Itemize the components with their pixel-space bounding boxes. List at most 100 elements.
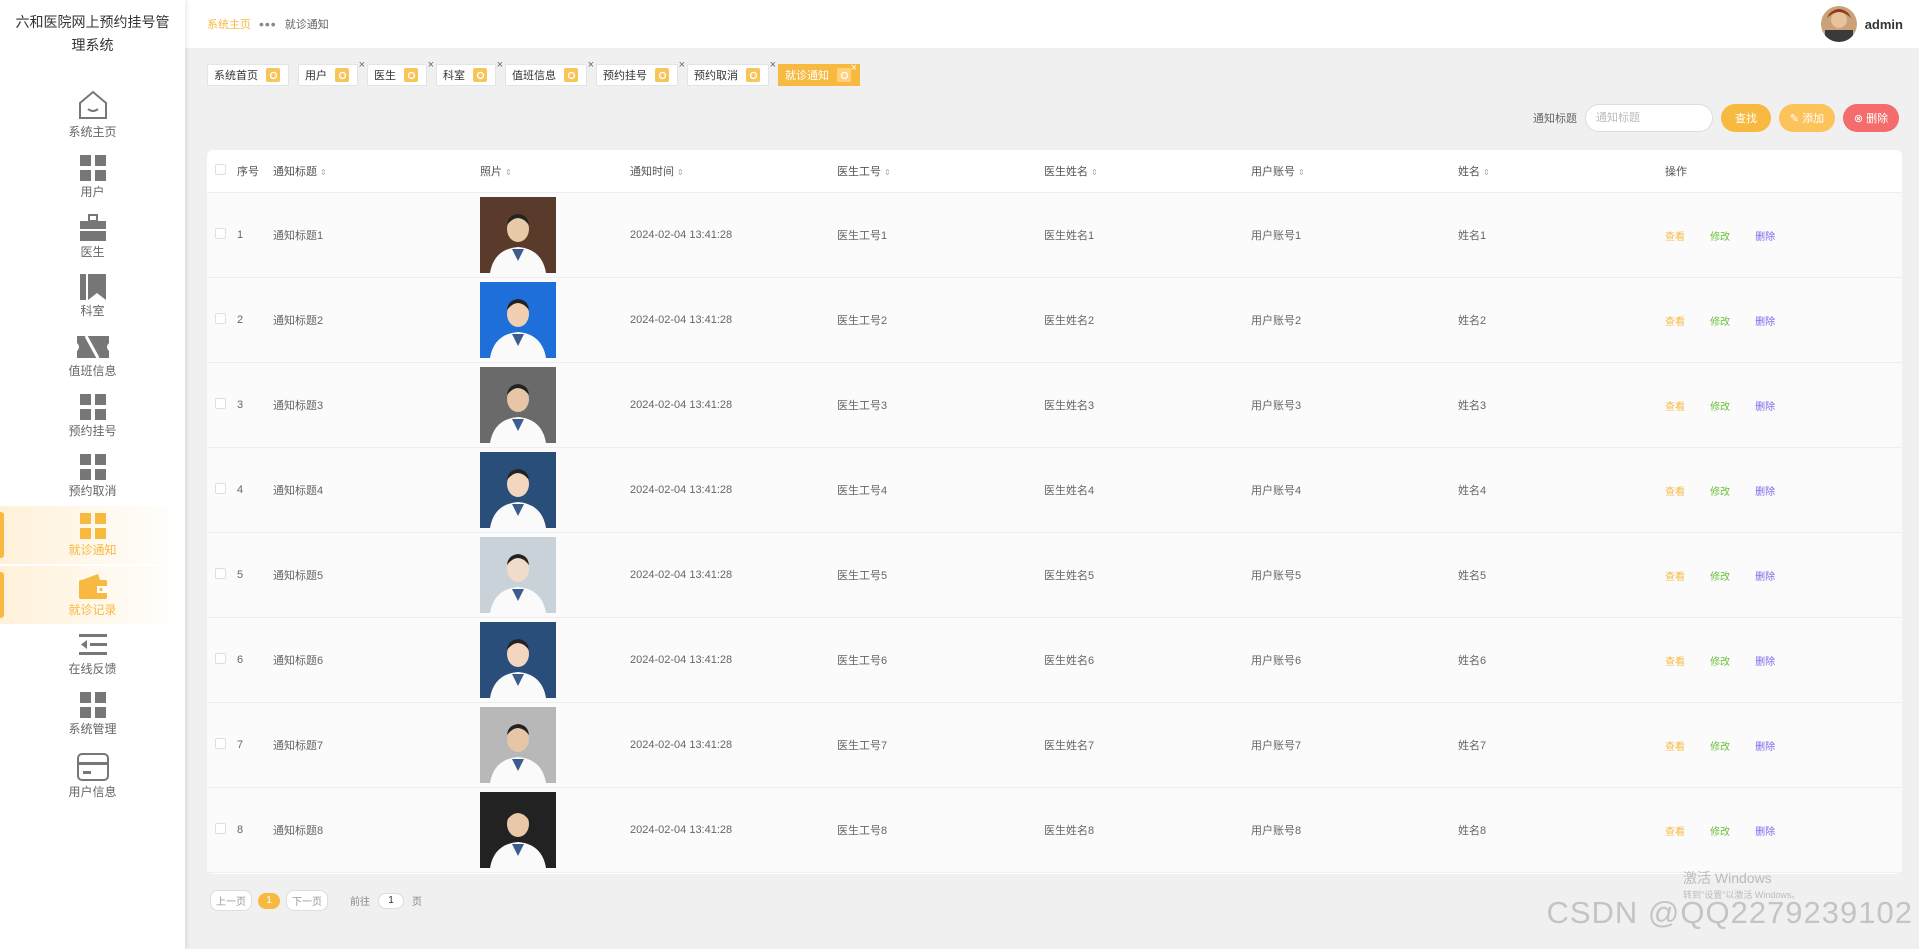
next-page-button[interactable]: 下一页 <box>286 890 328 911</box>
search-input[interactable] <box>1585 104 1713 132</box>
doctor-photo[interactable] <box>480 282 556 358</box>
edit-link[interactable]: 修改 <box>1710 402 1730 413</box>
doctor-photo[interactable] <box>480 367 556 443</box>
row-checkbox[interactable] <box>215 398 226 409</box>
header-photo[interactable]: 照片 ⇕ <box>480 163 630 179</box>
goto-page-input[interactable]: 1 <box>378 892 404 909</box>
doctor-photo[interactable] <box>480 792 556 868</box>
edit-link[interactable]: 修改 <box>1710 742 1730 753</box>
sidebar-item-doctors[interactable]: 医生 <box>0 214 185 264</box>
row-checkbox[interactable] <box>215 313 226 324</box>
breadcrumb-home[interactable]: 系统主页 <box>207 16 251 32</box>
header-time[interactable]: 通知时间 ⇕ <box>630 163 837 179</box>
refresh-icon[interactable] <box>564 68 578 82</box>
sort-icon[interactable]: ⇕ <box>1483 168 1490 177</box>
sidebar-item-feedback[interactable]: 在线反馈 <box>0 631 185 681</box>
avatar[interactable] <box>1820 6 1857 42</box>
user-menu[interactable]: admin <box>1820 6 1903 42</box>
sidebar-item-departments[interactable]: 科室 <box>0 273 185 323</box>
current-page[interactable]: 1 <box>258 892 280 909</box>
header-title[interactable]: 通知标题 ⇕ <box>273 163 480 179</box>
close-icon[interactable]: × <box>770 59 776 71</box>
header-name[interactable]: 姓名 ⇕ <box>1458 163 1665 179</box>
edit-link[interactable]: 修改 <box>1710 572 1730 583</box>
sort-icon[interactable]: ⇕ <box>1091 168 1098 177</box>
tag-doctors[interactable]: 医生 × <box>367 59 434 86</box>
close-icon[interactable]: × <box>359 59 365 71</box>
delete-button[interactable]: ⊗ 删除 <box>1843 104 1899 132</box>
delete-link[interactable]: 删除 <box>1755 317 1775 328</box>
doctor-photo[interactable] <box>480 452 556 528</box>
close-icon[interactable]: × <box>679 59 685 71</box>
sidebar-item-records[interactable]: 就诊记录 <box>0 566 185 624</box>
doctor-photo[interactable] <box>480 622 556 698</box>
edit-link[interactable]: 修改 <box>1710 827 1730 838</box>
edit-link[interactable]: 修改 <box>1710 317 1730 328</box>
tag-notice[interactable]: 就诊通知 × <box>778 62 860 86</box>
row-checkbox[interactable] <box>215 228 226 239</box>
close-icon[interactable]: × <box>428 59 434 71</box>
delete-link[interactable]: 删除 <box>1755 827 1775 838</box>
sidebar-item-notice[interactable]: 就诊通知 <box>0 506 185 564</box>
view-link[interactable]: 查看 <box>1665 232 1685 243</box>
sidebar-item-system[interactable]: 系统管理 <box>0 691 185 741</box>
row-checkbox[interactable] <box>215 653 226 664</box>
tag-users[interactable]: 用户 × <box>298 59 365 86</box>
edit-link[interactable]: 修改 <box>1710 232 1730 243</box>
prev-page-button[interactable]: 上一页 <box>210 890 252 911</box>
refresh-icon[interactable] <box>837 68 851 82</box>
view-link[interactable]: 查看 <box>1665 742 1685 753</box>
add-button[interactable]: ✎ 添加 <box>1779 104 1835 132</box>
header-account[interactable]: 用户账号 ⇕ <box>1251 163 1458 179</box>
tag-duty[interactable]: 值班信息 × <box>505 59 594 86</box>
sidebar-item-booking[interactable]: 预约挂号 <box>0 393 185 443</box>
view-link[interactable]: 查看 <box>1665 572 1685 583</box>
row-checkbox[interactable] <box>215 823 226 834</box>
delete-link[interactable]: 删除 <box>1755 487 1775 498</box>
select-all-checkbox[interactable] <box>215 164 226 175</box>
tag-departments[interactable]: 科室 × <box>436 59 503 86</box>
doctor-photo[interactable] <box>480 197 556 273</box>
sidebar-item-userinfo[interactable]: 用户信息 <box>0 752 185 808</box>
close-icon[interactable]: × <box>588 59 594 71</box>
delete-link[interactable]: 删除 <box>1755 402 1775 413</box>
row-checkbox[interactable] <box>215 483 226 494</box>
search-button[interactable]: 查找 <box>1721 104 1771 132</box>
header-doctor-name[interactable]: 医生姓名 ⇕ <box>1044 163 1251 179</box>
sort-icon[interactable]: ⇕ <box>677 168 684 177</box>
sidebar-item-home[interactable]: 系统主页 <box>0 88 185 144</box>
edit-link[interactable]: 修改 <box>1710 487 1730 498</box>
edit-link[interactable]: 修改 <box>1710 657 1730 668</box>
refresh-icon[interactable] <box>335 68 349 82</box>
close-icon[interactable]: × <box>851 62 857 74</box>
refresh-icon[interactable] <box>655 68 669 82</box>
doctor-photo[interactable] <box>480 537 556 613</box>
sidebar-item-duty[interactable]: 值班信息 <box>0 333 185 383</box>
view-link[interactable]: 查看 <box>1665 657 1685 668</box>
sort-icon[interactable]: ⇕ <box>505 168 512 177</box>
sort-icon[interactable]: ⇕ <box>320 168 327 177</box>
delete-link[interactable]: 删除 <box>1755 657 1775 668</box>
doctor-photo[interactable] <box>480 707 556 783</box>
refresh-icon[interactable] <box>404 68 418 82</box>
view-link[interactable]: 查看 <box>1665 827 1685 838</box>
refresh-icon[interactable] <box>266 68 280 82</box>
refresh-icon[interactable] <box>746 68 760 82</box>
sort-icon[interactable]: ⇕ <box>1298 168 1305 177</box>
sort-icon[interactable]: ⇕ <box>884 168 891 177</box>
delete-link[interactable]: 删除 <box>1755 572 1775 583</box>
view-link[interactable]: 查看 <box>1665 317 1685 328</box>
row-checkbox[interactable] <box>215 568 226 579</box>
close-icon[interactable]: × <box>497 59 503 71</box>
delete-link[interactable]: 删除 <box>1755 232 1775 243</box>
header-doctor-id[interactable]: 医生工号 ⇕ <box>837 163 1044 179</box>
delete-link[interactable]: 删除 <box>1755 742 1775 753</box>
refresh-icon[interactable] <box>473 68 487 82</box>
view-link[interactable]: 查看 <box>1665 402 1685 413</box>
tag-cancel[interactable]: 预约取消 × <box>687 59 776 86</box>
tag-home[interactable]: 系统首页 <box>207 64 289 86</box>
sidebar-item-users[interactable]: 用户 <box>0 154 185 204</box>
sidebar-item-cancel[interactable]: 预约取消 <box>0 453 185 503</box>
row-checkbox[interactable] <box>215 738 226 749</box>
view-link[interactable]: 查看 <box>1665 487 1685 498</box>
